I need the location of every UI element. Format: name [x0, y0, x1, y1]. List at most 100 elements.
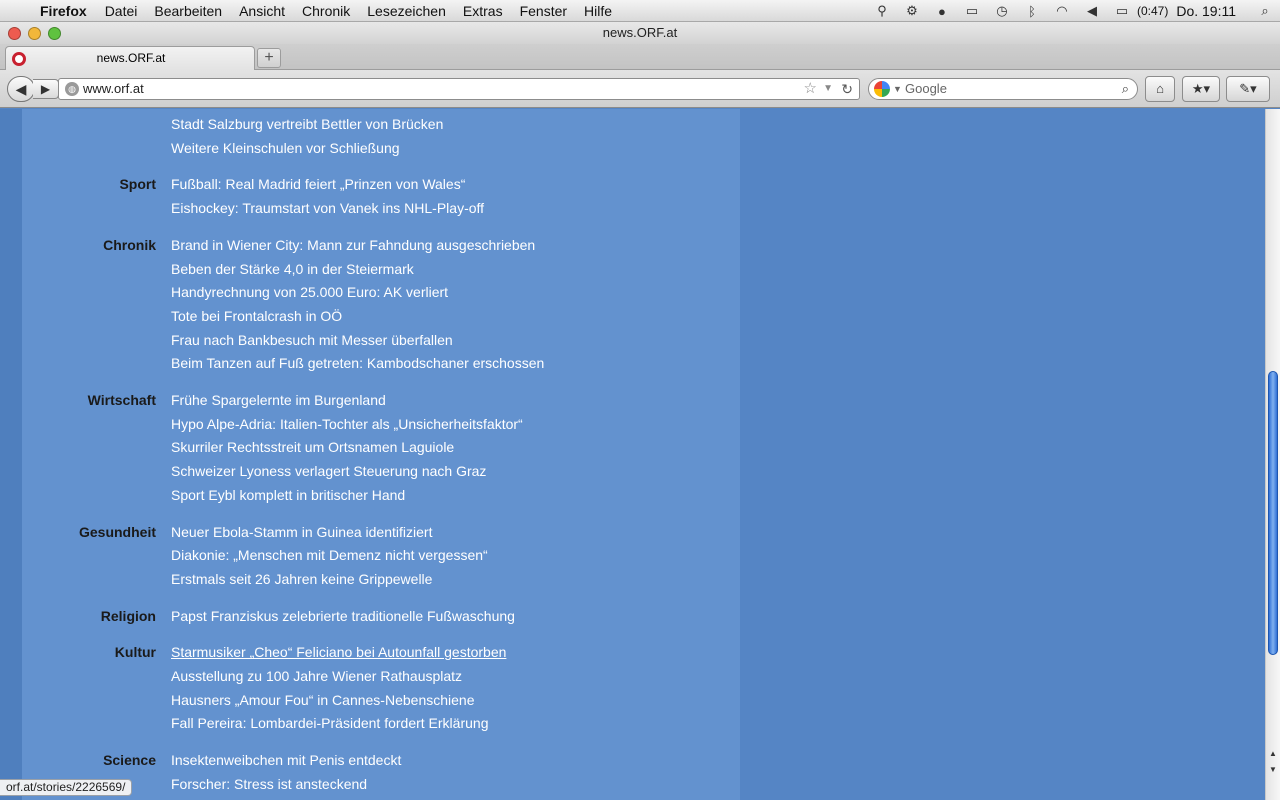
google-engine-icon[interactable]: [874, 81, 890, 97]
section-links: Stadt Salzburg vertreibt Bettler von Brü…: [171, 113, 740, 160]
battery-icon[interactable]: ▭: [1111, 3, 1133, 19]
news-link[interactable]: Frau nach Bankbesuch mit Messer überfall…: [171, 329, 740, 353]
section-label[interactable]: Science: [22, 749, 156, 773]
news-link[interactable]: Stadt Salzburg vertreibt Bettler von Brü…: [171, 113, 740, 137]
news-section: Stadt Salzburg vertreibt Bettler von Brü…: [22, 113, 740, 160]
status-link-url: orf.at/stories/2226569/: [0, 779, 133, 796]
news-section: Religion Papst Franziskus zelebrierte tra…: [22, 605, 740, 629]
news-link[interactable]: Forscher: Stress ist ansteckend: [171, 773, 740, 797]
news-link[interactable]: Starmusiker „Cheo“ Feliciano bei Autounf…: [171, 641, 740, 665]
time-machine-icon[interactable]: ◷: [991, 3, 1013, 19]
tab-news-orf[interactable]: news.ORF.at: [5, 46, 255, 71]
volume-icon[interactable]: ◀: [1081, 3, 1103, 19]
news-link[interactable]: Hypo Alpe-Adria: Italien-Tochter als „Un…: [171, 413, 740, 437]
search-magnifier-icon[interactable]: ⌕: [1122, 79, 1129, 99]
news-section: Wirtschaft Frühe Spargelernte im Burgenla…: [22, 389, 740, 508]
news-link[interactable]: Fall Pereira: Lombardei-Präsident forder…: [171, 712, 740, 736]
forward-button[interactable]: ▶: [33, 79, 59, 99]
battery-time: (0:47): [1136, 4, 1169, 18]
news-link[interactable]: Papst Franziskus zelebrierte traditionel…: [171, 605, 740, 629]
window-minimize-button[interactable]: [28, 27, 41, 40]
section-links: Brand in Wiener City: Mann zur Fahndung …: [171, 234, 740, 376]
window-zoom-button[interactable]: [48, 27, 61, 40]
search-engine-dropdown-icon[interactable]: ▼: [893, 79, 902, 99]
reload-icon[interactable]: ↻: [841, 79, 853, 99]
section-label[interactable]: Kultur: [22, 641, 156, 665]
menubar-clock[interactable]: Do. 19:11: [1176, 3, 1236, 19]
window-close-button[interactable]: [8, 27, 21, 40]
navigation-toolbar: ◀ ▶ ◍ www.orf.at ☆ ▼ ↻ ▼ Google ⌕ ⌂ ★▾ ✎…: [0, 70, 1280, 108]
vertical-scrollbar[interactable]: ▲ ▼: [1265, 109, 1280, 800]
search-input[interactable]: Google: [905, 79, 947, 99]
settings-wheel-icon[interactable]: ⚙: [901, 3, 923, 19]
news-link[interactable]: Brand in Wiener City: Mann zur Fahndung …: [171, 234, 740, 258]
bookmark-star-icon[interactable]: ☆: [804, 79, 817, 99]
news-link[interactable]: Beim Tanzen auf Fuß getreten: Kambodscha…: [171, 352, 740, 376]
back-button[interactable]: ◀: [7, 76, 35, 102]
section-label[interactable]: Sport: [22, 173, 156, 197]
news-link[interactable]: Weitere Kleinschulen vor Schließung: [171, 137, 740, 161]
section-links: Starmusiker „Cheo“ Feliciano bei Autounf…: [171, 641, 740, 736]
menu-bearbeiten[interactable]: Bearbeiten: [154, 3, 222, 19]
site-identity-icon[interactable]: ◍: [65, 82, 79, 96]
scroll-up-arrow-icon[interactable]: ▲: [1269, 749, 1277, 758]
url-bar[interactable]: ◍ www.orf.at ☆ ▼ ↻: [58, 78, 860, 100]
news-link[interactable]: Sport Eybl komplett in britischer Hand: [171, 484, 740, 508]
news-link[interactable]: Beben der Stärke 4,0 in der Steiermark: [171, 258, 740, 282]
news-link[interactable]: Fußball: Real Madrid feiert „Prinzen von…: [171, 173, 740, 197]
news-link[interactable]: Schweizer Lyoness verlagert Steuerung na…: [171, 460, 740, 484]
menu-app-firefox[interactable]: Firefox: [40, 3, 87, 19]
news-link[interactable]: Hausners „Amour Fou“ in Cannes-Nebenschi…: [171, 689, 740, 713]
news-sections: Stadt Salzburg vertreibt Bettler von Brü…: [22, 113, 740, 800]
menu-ansicht[interactable]: Ansicht: [239, 3, 285, 19]
bluetooth-icon[interactable]: ᛒ: [1021, 3, 1043, 19]
scroll-down-arrow-icon[interactable]: ▼: [1269, 765, 1277, 774]
disk-icon[interactable]: ●: [931, 3, 953, 19]
display-icon[interactable]: ▭: [961, 3, 983, 19]
news-link[interactable]: Skurriler Rechtsstreit um Ortsnamen Lagu…: [171, 436, 740, 460]
section-links: Fußball: Real Madrid feiert „Prinzen von…: [171, 173, 740, 220]
news-link[interactable]: Frühe Spargelernte im Burgenland: [171, 389, 740, 413]
scrollbar-thumb[interactable]: [1268, 371, 1278, 655]
satellite-icon[interactable]: ⚲: [871, 3, 893, 19]
section-links: Neuer Ebola-Stamm in Guinea identifizier…: [171, 521, 740, 592]
section-label[interactable]: Wirtschaft: [22, 389, 156, 413]
section-label[interactable]: Chronik: [22, 234, 156, 258]
spotlight-search-icon[interactable]: ⌕: [1254, 3, 1276, 19]
back-forward-group: ◀ ▶: [7, 76, 59, 102]
section-label[interactable]: Religion: [22, 605, 156, 629]
news-link[interactable]: Ausstellung zu 100 Jahre Wiener Rathausp…: [171, 665, 740, 689]
news-section: Gesundheit Neuer Ebola-Stamm in Guinea id…: [22, 521, 740, 592]
news-link[interactable]: Neuer Ebola-Stamm in Guinea identifizier…: [171, 521, 740, 545]
search-bar[interactable]: ▼ Google ⌕: [868, 78, 1138, 100]
menu-fenster[interactable]: Fenster: [520, 3, 567, 19]
section-label[interactable]: Gesundheit: [22, 521, 156, 545]
status-menu-area: ⚲ ⚙ ● ▭ ◷ ᛒ ◠ ◀ ▭ (0:47) Do. 19:11 ⌕: [867, 0, 1280, 22]
url-history-dropdown-icon[interactable]: ▼: [823, 79, 833, 99]
addon-toolbar-button[interactable]: ✎▾: [1226, 76, 1270, 102]
news-link[interactable]: Erstmals seit 26 Jahren keine Grippewell…: [171, 568, 740, 592]
menu-datei[interactable]: Datei: [105, 3, 138, 19]
news-link[interactable]: Handyrechnung von 25.000 Euro: AK verlie…: [171, 281, 740, 305]
bookmarks-button[interactable]: ★▾: [1182, 76, 1220, 102]
section-links: Frühe Spargelernte im Burgenland Hypo Alp…: [171, 389, 740, 508]
tab-strip: news.ORF.at +: [0, 44, 1280, 71]
url-text[interactable]: www.orf.at: [83, 79, 144, 99]
news-link[interactable]: Insektenweibchen mit Penis entdeckt: [171, 749, 740, 773]
new-tab-button[interactable]: +: [257, 48, 281, 68]
tab-title: news.ORF.at: [96, 51, 166, 65]
page-content: Stadt Salzburg vertreibt Bettler von Brü…: [0, 109, 1265, 800]
menu-extras[interactable]: Extras: [463, 3, 503, 19]
news-link[interactable]: Diakonie: „Menschen mit Demenz nicht ver…: [171, 544, 740, 568]
wifi-icon[interactable]: ◠: [1051, 3, 1073, 19]
news-link[interactable]: Tote bei Frontalcrash in OÖ: [171, 305, 740, 329]
menu-lesezeichen[interactable]: Lesezeichen: [367, 3, 446, 19]
news-section: Sport Fußball: Real Madrid feiert „Prinze…: [22, 173, 740, 220]
news-link[interactable]: Eishockey: Traumstart von Vanek ins NHL-…: [171, 197, 740, 221]
menu-chronik[interactable]: Chronik: [302, 3, 350, 19]
news-column: Stadt Salzburg vertreibt Bettler von Brü…: [22, 109, 740, 800]
news-section: Kultur Starmusiker „Cheo“ Feliciano bei A…: [22, 641, 740, 736]
section-links: Insektenweibchen mit Penis entdeckt Forsc…: [171, 749, 740, 796]
menu-hilfe[interactable]: Hilfe: [584, 3, 612, 19]
home-button[interactable]: ⌂: [1145, 76, 1175, 102]
